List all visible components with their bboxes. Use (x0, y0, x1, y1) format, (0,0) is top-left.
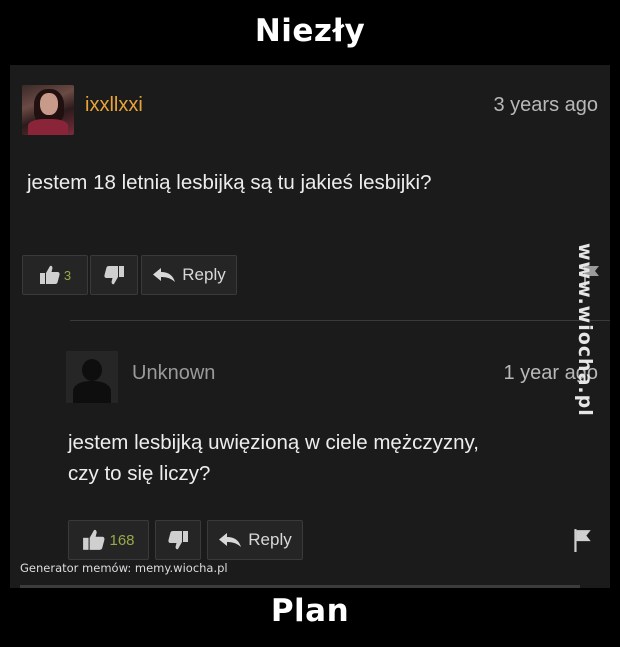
thumbs-down-icon (168, 531, 188, 550)
comment-username[interactable]: ixxllxxi (85, 94, 143, 117)
thread-bottom-border (20, 585, 580, 588)
like-count: 168 (109, 531, 135, 549)
thumbs-down-icon (104, 266, 124, 285)
like-count: 3 (63, 267, 72, 283)
flag-icon (574, 529, 591, 552)
meme-top-caption: Niezły (254, 13, 366, 49)
comment-divider (70, 320, 610, 321)
dislike-button[interactable] (155, 520, 201, 560)
comment-thread: ixxllxxi 3 years ago jestem 18 letnią le… (10, 65, 610, 588)
like-button[interactable]: 3 (22, 255, 88, 295)
flag-button[interactable] (565, 520, 599, 560)
reply-button[interactable]: Reply (207, 520, 303, 560)
meme-bottom-caption: Plan (270, 593, 350, 629)
reply-button[interactable]: Reply (141, 255, 237, 295)
reply-arrow-icon (219, 533, 242, 547)
like-button[interactable]: 168 (68, 520, 149, 560)
dislike-button[interactable] (90, 255, 138, 295)
comment-text: jestem lesbijką uwięzioną w ciele mężczy… (68, 431, 479, 485)
comment-text: jestem 18 letnią lesbijką są tu jakieś l… (27, 171, 432, 194)
thumbs-up-icon (39, 265, 60, 284)
user-avatar[interactable] (22, 85, 74, 135)
generator-credit: Generator memów: memy.wiocha.pl (20, 561, 228, 575)
default-avatar[interactable] (66, 351, 118, 403)
comment-username[interactable]: Unknown (132, 362, 215, 385)
thumbs-up-icon (83, 529, 105, 550)
comment-timestamp: 3 years ago (493, 94, 598, 116)
reply-arrow-icon (153, 268, 176, 282)
reply-label: Reply (248, 530, 292, 549)
reply-label: Reply (182, 265, 226, 284)
site-watermark: www.wiocha.pl (574, 243, 596, 417)
